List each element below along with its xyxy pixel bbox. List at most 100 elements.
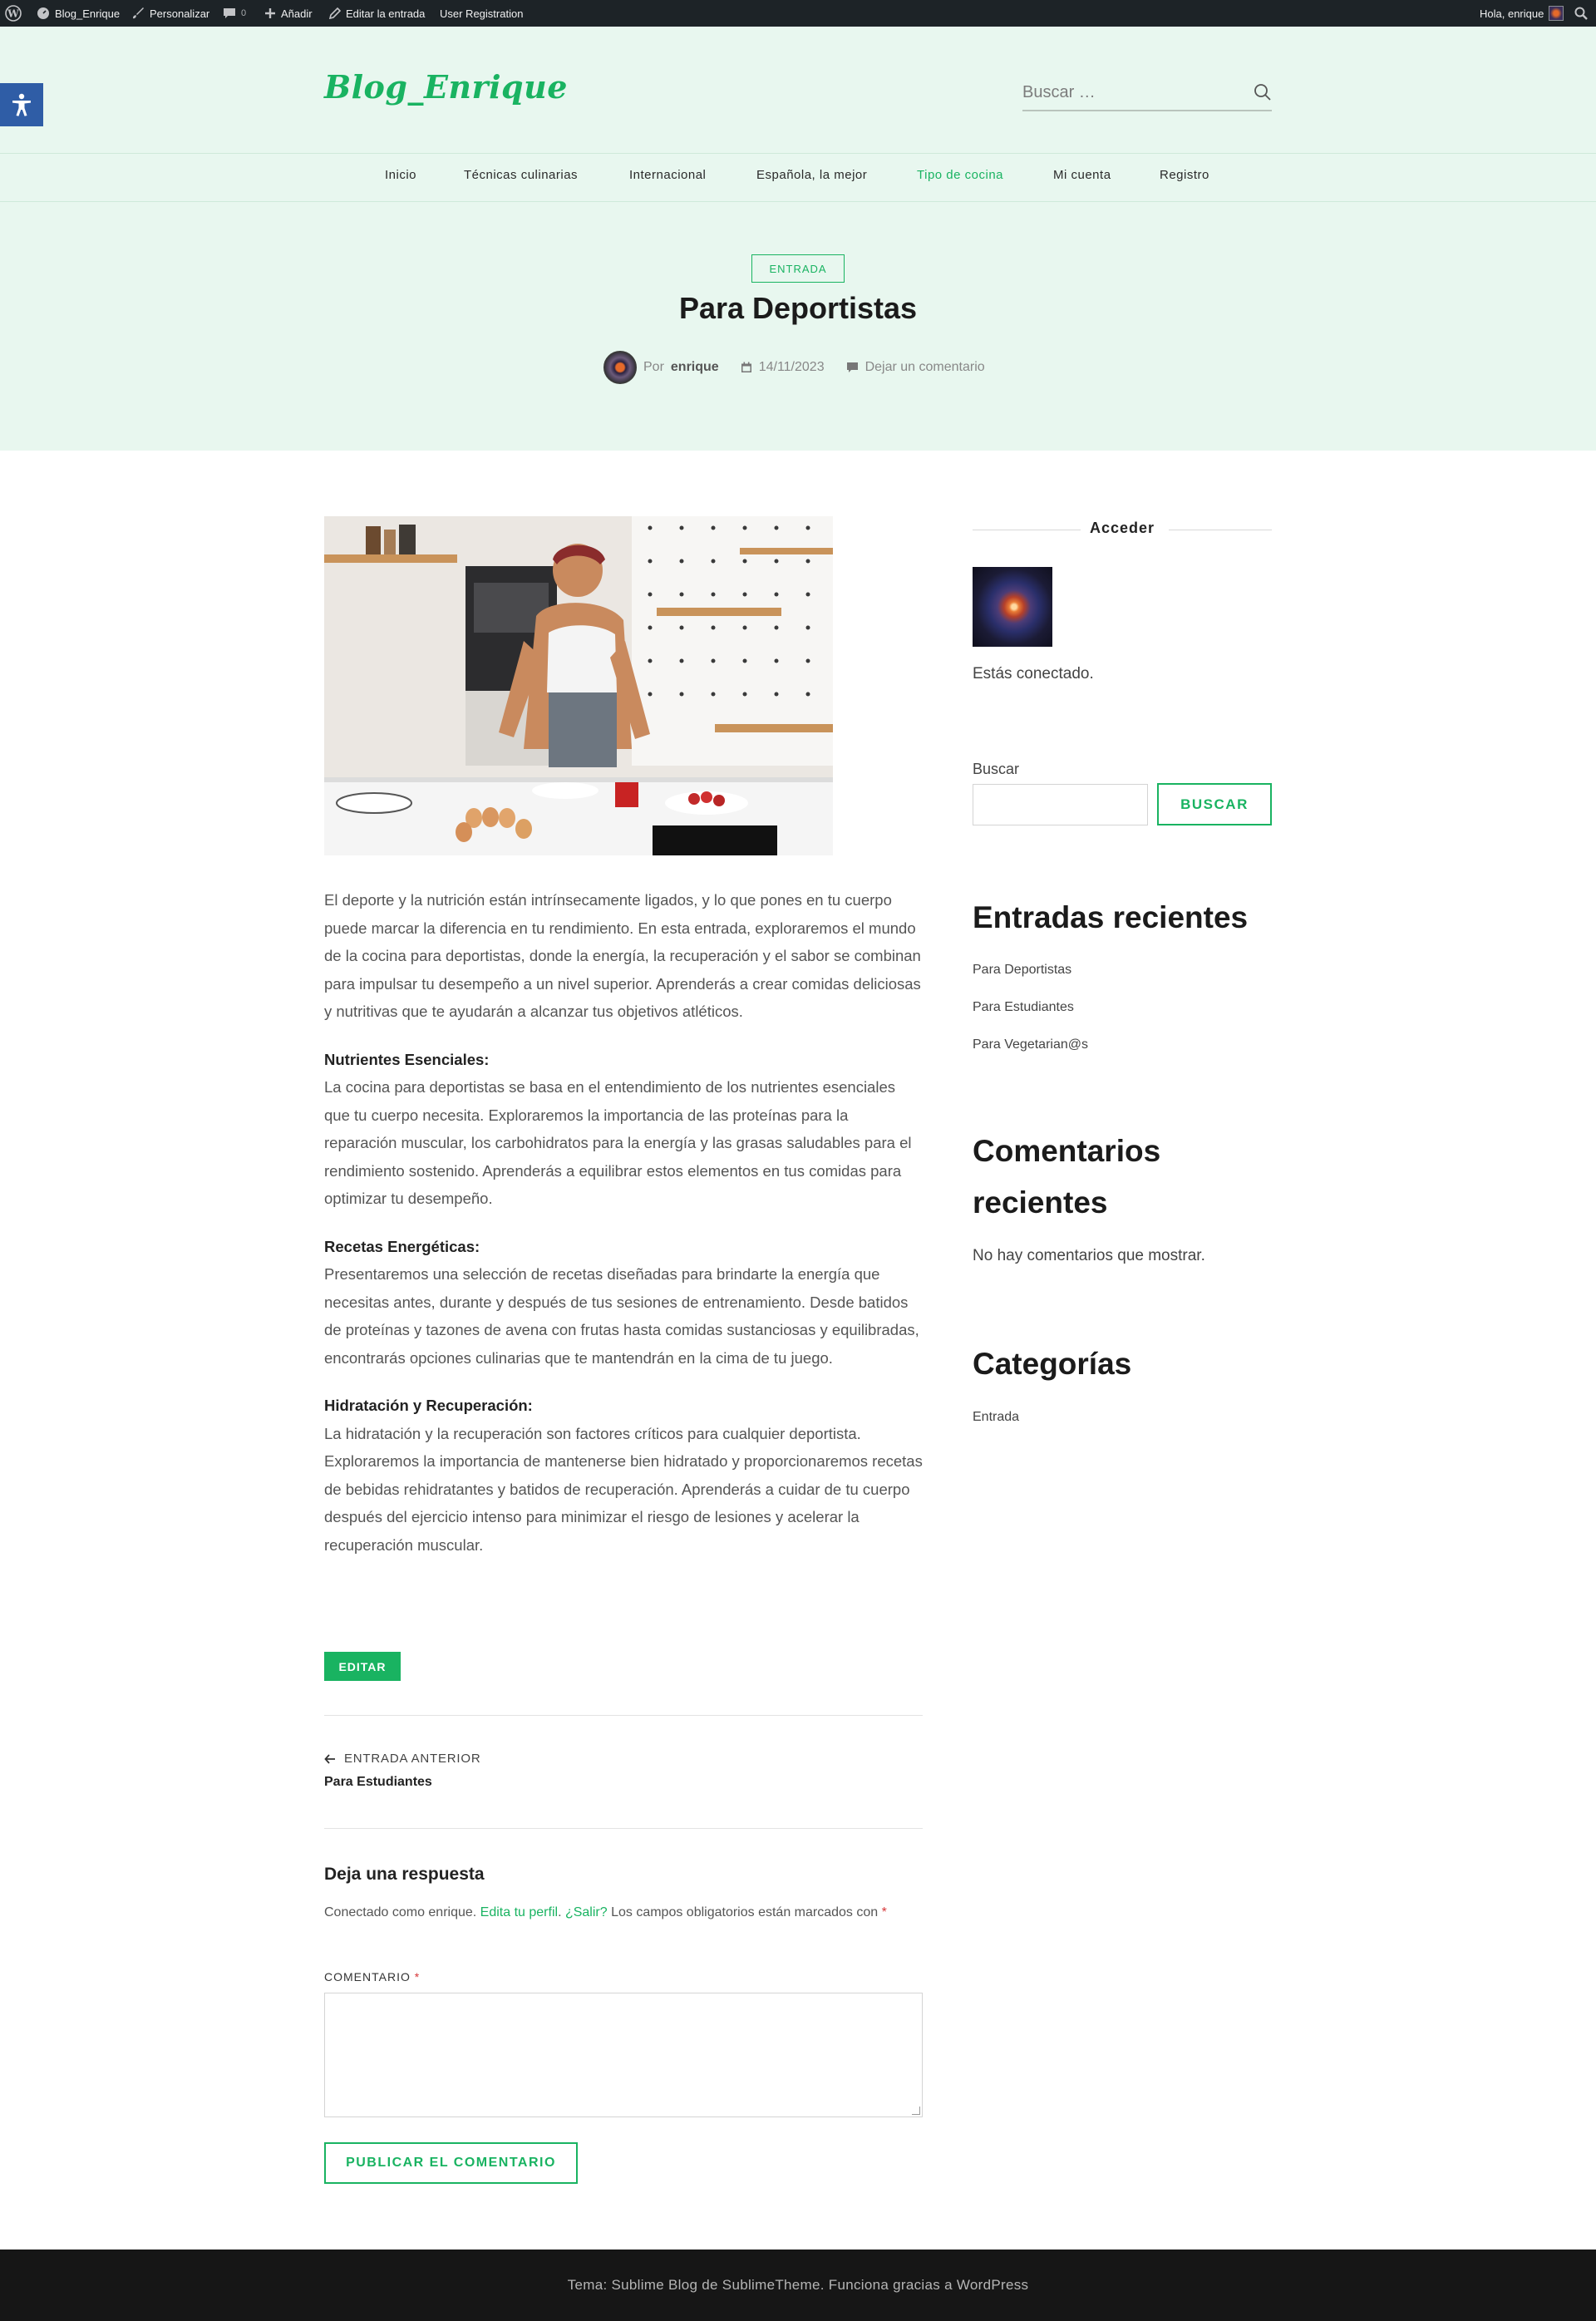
user-avatar xyxy=(973,567,1052,647)
menu-item-internacional[interactable]: Internacional xyxy=(629,168,706,182)
previous-post-title[interactable]: Para Estudiantes xyxy=(324,1775,432,1790)
comment-textarea[interactable] xyxy=(324,1993,923,2117)
connected-text: Estás conectado. xyxy=(973,665,1094,683)
post-intro: El deporte y la nutrición están intrínse… xyxy=(324,891,921,1020)
required-mark: * xyxy=(881,1905,887,1919)
recent-comments-title: Comentarios recientes xyxy=(973,1126,1160,1229)
section-heading: Hidratación y Recuperación: xyxy=(324,1397,533,1414)
menu-item-tecnicas-culinarias[interactable]: Técnicas culinarias xyxy=(464,168,578,182)
logout-link[interactable]: ¿Salir? xyxy=(565,1905,608,1919)
section-heading: Nutrientes Esenciales: xyxy=(324,1050,490,1068)
featured-image xyxy=(324,516,833,855)
post-title: Para Deportistas xyxy=(678,291,918,325)
accessibility-icon xyxy=(12,93,31,116)
post-section: Nutrientes Esenciales: La cocina para de… xyxy=(324,1046,923,1213)
adminbar-new-label: Añadir xyxy=(281,7,313,20)
recent-posts-list: Para Deportistas Para Estudiantes Para V… xyxy=(973,963,1088,1075)
category-link[interactable]: Entrada xyxy=(973,1410,1019,1447)
adminbar-site-name: Blog_Enrique xyxy=(55,7,121,20)
login-widget-heading: Acceder xyxy=(973,518,1272,541)
admin-bar: W Blog_Enrique Personalizar 0 Añadir Edi… xyxy=(0,0,1596,27)
adminbar-comments-count: 0 xyxy=(241,8,247,18)
plus-icon xyxy=(265,8,275,18)
post-section: Recetas Energéticas: Presentaremos una s… xyxy=(324,1233,923,1372)
recent-comments-title-line1: Comentarios xyxy=(973,1134,1161,1168)
menu-item-tipo-de-cocina[interactable]: Tipo de cocina xyxy=(917,168,1003,182)
author-avatar[interactable] xyxy=(603,351,637,384)
required-note: Los campos obligatorios están marcados c… xyxy=(607,1905,882,1919)
comment-label-text: COMENTARIO xyxy=(324,1970,411,1983)
divider xyxy=(0,201,1596,202)
search-icon[interactable] xyxy=(1254,83,1272,106)
calendar-icon xyxy=(741,362,751,372)
comment-link[interactable]: Dejar un comentario xyxy=(865,360,985,375)
recent-post-link[interactable]: Para Vegetarian@s xyxy=(973,1037,1088,1075)
adminbar-search-icon[interactable] xyxy=(1574,0,1588,27)
required-mark: * xyxy=(414,1970,421,1983)
menu-item-inicio[interactable]: Inicio xyxy=(385,168,416,182)
by-label: Por xyxy=(643,360,664,374)
adminbar-customize[interactable]: Personalizar xyxy=(131,0,209,27)
edit-profile-link[interactable]: Edita tu perfil xyxy=(480,1905,558,1919)
menu-item-mi-cuenta[interactable]: Mi cuenta xyxy=(1053,168,1111,182)
publish-comment-button[interactable]: PUBLICAR EL COMENTARIO xyxy=(324,2142,578,2184)
post-meta: Por enrique 14/11/2023 Dejar un comentar… xyxy=(603,349,985,386)
header-search-input[interactable]: Buscar … xyxy=(1022,78,1272,111)
primary-menu: Inicio Técnicas culinarias Internacional… xyxy=(0,168,1596,193)
sidebar-search-input[interactable] xyxy=(973,784,1148,825)
wordpress-logo-icon[interactable]: W xyxy=(5,0,22,27)
header-search-placeholder: Buscar … xyxy=(1022,83,1096,101)
adminbar-edit-post-label: Editar la entrada xyxy=(346,7,426,20)
adminbar-user-registration-label: User Registration xyxy=(440,7,524,20)
divider xyxy=(324,1715,923,1716)
recent-posts-title: Entradas recientes xyxy=(973,900,1249,934)
menu-item-espanola[interactable]: Española, la mejor xyxy=(756,168,867,182)
comment-label: COMENTARIO * xyxy=(324,1970,420,1983)
recent-post-link[interactable]: Para Deportistas xyxy=(973,963,1088,1000)
site-footer: Tema: Sublime Blog de SublimeTheme. Func… xyxy=(0,2250,1596,2321)
comment-icon xyxy=(846,362,858,372)
author-link[interactable]: enrique xyxy=(671,360,719,375)
site-title[interactable]: Blog_Enrique xyxy=(324,68,568,106)
login-widget-title: Acceder xyxy=(1089,520,1155,536)
resize-handle[interactable] xyxy=(912,2107,920,2115)
edit-post-button[interactable]: EDITAR xyxy=(324,1652,401,1681)
footer-credit: Tema: Sublime Blog de SublimeTheme. Func… xyxy=(567,2277,1029,2293)
section-heading: Recetas Energéticas: xyxy=(324,1237,480,1255)
adminbar-account[interactable]: Hola, enrique xyxy=(1480,0,1564,27)
dashboard-icon xyxy=(37,7,49,19)
post-content: El deporte y la nutrición están intrínse… xyxy=(324,886,923,1579)
post-date[interactable]: 14/11/2023 xyxy=(759,360,825,375)
adminbar-greeting: Hola, enrique xyxy=(1480,7,1544,20)
adminbar-avatar xyxy=(1549,6,1564,21)
section-body: La cocina para deportistas se basa en el… xyxy=(324,1078,912,1207)
recent-comments-title-line2: recientes xyxy=(973,1185,1108,1220)
arrow-left-icon xyxy=(324,1753,335,1764)
adminbar-edit-post[interactable]: Editar la entrada xyxy=(329,0,425,27)
divider xyxy=(324,1828,923,1829)
recent-post-link[interactable]: Para Estudiantes xyxy=(973,1000,1088,1037)
adminbar-customize-label: Personalizar xyxy=(150,7,210,20)
logged-in-notice: Conectado como enrique. Edita tu perfil.… xyxy=(324,1905,887,1919)
sidebar-search-button[interactable]: BUSCAR xyxy=(1157,783,1272,825)
sidebar-search-label: Buscar xyxy=(973,761,1020,777)
adminbar-comments[interactable]: 0 xyxy=(223,0,246,27)
accessibility-toggle-button[interactable] xyxy=(0,83,43,126)
post-section: Hidratación y Recuperación: La hidrataci… xyxy=(324,1392,923,1559)
adminbar-new[interactable]: Añadir xyxy=(264,0,313,27)
previous-post-label: ENTRADA ANTERIOR xyxy=(344,1752,481,1766)
menu-item-registro[interactable]: Registro xyxy=(1160,168,1209,182)
svg-text:W: W xyxy=(7,8,19,20)
adminbar-user-registration[interactable]: User Registration xyxy=(440,0,523,27)
reply-title: Deja una respuesta xyxy=(324,1865,485,1884)
category-badge[interactable]: ENTRADA xyxy=(751,254,845,283)
categories-list: Entrada xyxy=(973,1410,1019,1447)
no-comments-text: No hay comentarios que mostrar. xyxy=(973,1247,1205,1264)
divider xyxy=(0,153,1596,154)
adminbar-site-link[interactable]: Blog_Enrique xyxy=(37,0,120,27)
previous-post-link[interactable]: ENTRADA ANTERIOR xyxy=(324,1752,481,1766)
section-body: Presentaremos una selección de recetas d… xyxy=(324,1265,919,1367)
comment-bubble-icon xyxy=(224,8,235,18)
brush-icon xyxy=(133,7,144,19)
section-body: La hidratación y la recuperación son fac… xyxy=(324,1424,923,1554)
